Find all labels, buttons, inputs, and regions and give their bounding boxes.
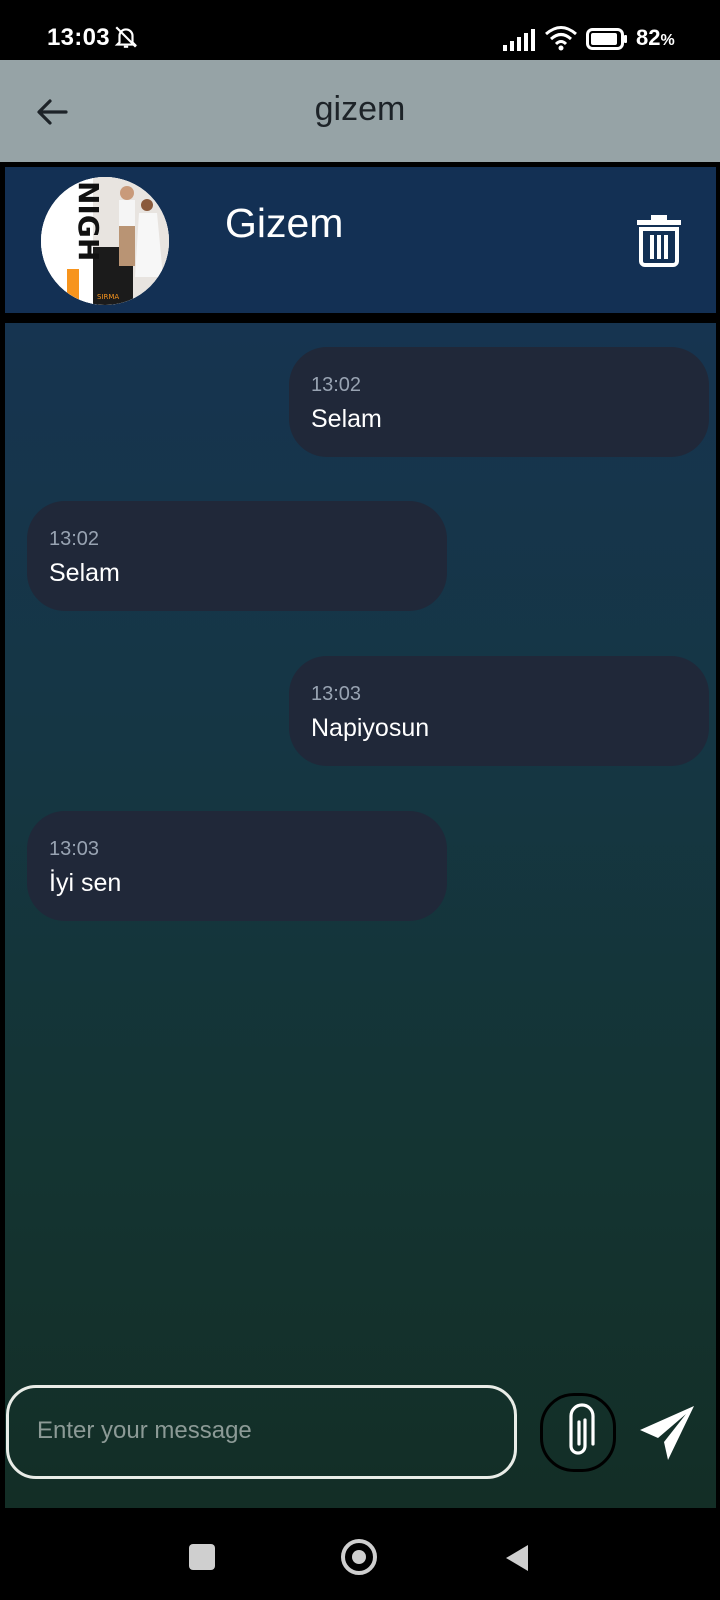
system-nav-bar bbox=[0, 1508, 720, 1600]
back-icon[interactable] bbox=[504, 1543, 530, 1573]
message-text: Napiyosun bbox=[311, 714, 430, 742]
paperclip-icon bbox=[569, 1403, 595, 1455]
message-bubble-received[interactable]: 13:03 İyi sen bbox=[27, 811, 447, 921]
message-bubble-received[interactable]: 13:02 Selam bbox=[27, 501, 447, 611]
avatar-caption: SIRMA bbox=[97, 293, 119, 301]
message-time: 13:02 bbox=[49, 528, 100, 550]
battery-icon bbox=[586, 28, 627, 50]
home-dot bbox=[352, 1550, 366, 1564]
contact-header: NIGH SIRMA Gizem bbox=[5, 167, 716, 313]
avatar-image: NIGH SIRMA bbox=[41, 177, 169, 305]
trash-icon[interactable] bbox=[633, 211, 685, 267]
message-input-placeholder: Enter your message bbox=[37, 1417, 252, 1444]
signal-icon bbox=[503, 29, 535, 51]
bell-off-icon bbox=[114, 26, 138, 48]
message-time: 13:03 bbox=[311, 683, 362, 705]
status-time: 13:03 bbox=[47, 24, 110, 51]
battery-percent: 82% bbox=[636, 25, 675, 50]
message-text: İyi sen bbox=[49, 869, 122, 897]
message-text: Selam bbox=[49, 559, 120, 587]
avatar-text: NIGH bbox=[72, 181, 105, 261]
message-bubble-sent[interactable]: 13:03 Napiyosun bbox=[289, 656, 709, 766]
message-time: 13:02 bbox=[311, 374, 362, 396]
attach-button[interactable] bbox=[540, 1393, 616, 1472]
message-input[interactable]: Enter your message bbox=[6, 1385, 517, 1479]
message-time: 13:03 bbox=[49, 838, 100, 860]
status-bar: 13:03 82% bbox=[0, 0, 720, 60]
chat-area[interactable]: 13:02 Selam 13:02 Selam 13:03 Napiyosun … bbox=[5, 323, 716, 1508]
app-bar: gizem bbox=[0, 60, 720, 162]
message-text: Selam bbox=[311, 405, 382, 433]
contact-name: Gizem bbox=[225, 200, 344, 246]
avatar[interactable]: NIGH SIRMA bbox=[41, 177, 169, 305]
recents-icon[interactable] bbox=[189, 1544, 215, 1570]
message-bubble-sent[interactable]: 13:02 Selam bbox=[289, 347, 709, 457]
home-icon[interactable] bbox=[341, 1539, 377, 1575]
wifi-icon bbox=[545, 26, 577, 51]
send-icon[interactable] bbox=[638, 1404, 696, 1462]
page-title: gizem bbox=[314, 90, 406, 128]
